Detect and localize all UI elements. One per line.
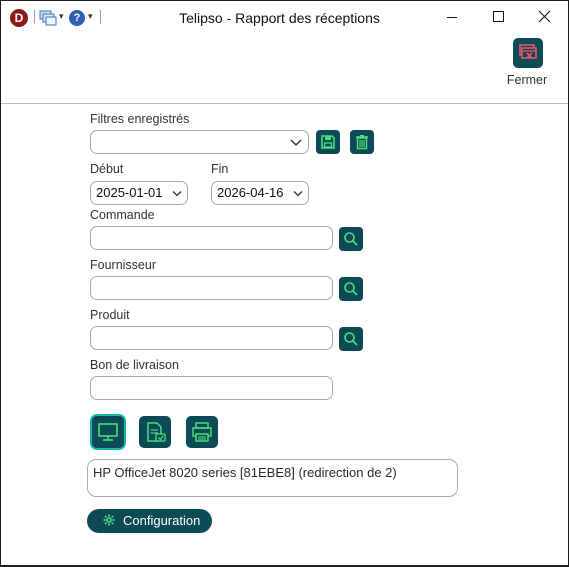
- search-icon: [344, 332, 358, 346]
- export-file-icon: [147, 422, 166, 442]
- toolbar-divider: [1, 103, 568, 104]
- close-report-label: Fermer: [506, 73, 548, 87]
- chevron-down-icon: [290, 139, 302, 147]
- trash-icon: [356, 135, 368, 150]
- save-icon: [321, 135, 335, 149]
- chevron-down-icon: [172, 191, 182, 197]
- product-label: Produit: [90, 308, 130, 322]
- minimize-button[interactable]: [430, 1, 474, 33]
- product-search-button[interactable]: [339, 327, 363, 351]
- title-bar: D ▾ ? ▾ Telipso - Rapport des réceptions: [1, 1, 568, 33]
- close-report-button[interactable]: Fermer: [503, 37, 551, 93]
- close-icon: [538, 10, 551, 23]
- end-date-value: 2026-04-16: [217, 185, 284, 200]
- start-date-value: 2025-01-01: [96, 185, 163, 200]
- printer-icon: [192, 422, 212, 442]
- order-label: Commande: [90, 208, 155, 222]
- end-date-label: Fin: [211, 162, 229, 176]
- supplier-search-button[interactable]: [339, 277, 363, 301]
- window-title: Telipso - Rapport des réceptions: [179, 10, 380, 26]
- supplier-input[interactable]: [90, 276, 333, 300]
- saved-filters-label: Filtres enregistrés: [90, 112, 190, 126]
- screen-output-button[interactable]: [92, 416, 124, 448]
- monitor-icon: [98, 423, 118, 441]
- supplier-label: Fournisseur: [90, 258, 156, 272]
- export-file-button[interactable]: [139, 416, 171, 448]
- close-window-button[interactable]: [522, 1, 566, 33]
- maximize-button[interactable]: [476, 1, 520, 33]
- printer-selection-field[interactable]: HP OfficeJet 8020 series [81EBE8] (redir…: [87, 459, 458, 497]
- search-icon: [344, 232, 358, 246]
- configuration-button[interactable]: Configuration: [87, 509, 212, 533]
- end-date-picker[interactable]: 2026-04-16: [211, 181, 309, 205]
- gear-icon: [103, 514, 115, 526]
- start-date-picker[interactable]: 2025-01-01: [90, 181, 188, 205]
- report-window: D ▾ ? ▾ Telipso - Rapport des réceptions: [0, 0, 569, 567]
- delivery-note-input[interactable]: [90, 376, 333, 400]
- order-input[interactable]: [90, 226, 333, 250]
- save-filter-button[interactable]: [316, 130, 340, 154]
- minimize-icon: [447, 17, 457, 18]
- saved-filters-select[interactable]: [90, 130, 309, 154]
- order-search-button[interactable]: [339, 227, 363, 251]
- search-icon: [344, 282, 358, 296]
- delete-filter-button[interactable]: [350, 130, 374, 154]
- product-input[interactable]: [90, 326, 333, 350]
- start-date-label: Début: [90, 162, 124, 176]
- close-report-icon: [513, 38, 543, 68]
- maximize-icon: [493, 11, 504, 22]
- print-button[interactable]: [186, 416, 218, 448]
- printer-name-text: HP OfficeJet 8020 series [81EBE8] (redir…: [93, 465, 397, 480]
- delivery-note-label: Bon de livraison: [90, 358, 179, 372]
- chevron-down-icon: [293, 191, 303, 197]
- configuration-label: Configuration: [123, 513, 201, 528]
